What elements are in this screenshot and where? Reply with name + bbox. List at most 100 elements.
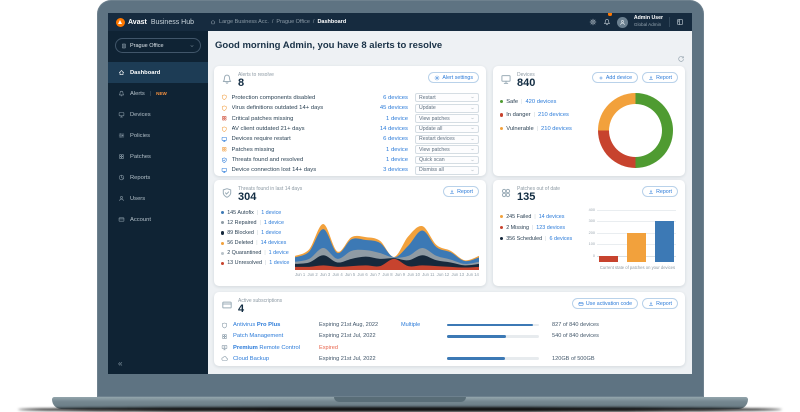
site-selector-label: Prague Office [130, 42, 164, 49]
avatar[interactable] [616, 16, 628, 28]
legend-devices-link[interactable]: 1 device [269, 260, 289, 266]
alert-devices-link[interactable]: 14 devices [364, 126, 408, 132]
legend-devices-link[interactable]: 123 devices [536, 225, 565, 231]
site-selector[interactable]: Prague Office [115, 38, 201, 53]
alert-action-select[interactable]: Restart devices [415, 134, 479, 144]
legend-item: 12 Repaired | 1 device [221, 220, 295, 226]
alert-action-select[interactable]: Update [415, 103, 479, 113]
legend-devices-link[interactable]: 210 devices [538, 112, 569, 118]
x-tick-label: Jun 10 [407, 271, 420, 277]
alert-settings-button[interactable]: Alert settings [428, 72, 479, 83]
legend-devices-link[interactable]: 420 devices [525, 99, 556, 105]
sidebar-item-label: Users [130, 195, 146, 202]
legend-dot [500, 214, 504, 219]
sidebar-item-account[interactable]: Account [108, 209, 208, 230]
sidebar-item-users[interactable]: Users [108, 188, 208, 209]
threats-report-button[interactable]: Report [443, 186, 479, 197]
subscription-usage-bar [447, 357, 539, 360]
bar-scheduled [655, 220, 674, 262]
breadcrumb-org[interactable]: Large Business Acc. [219, 19, 269, 25]
subscription-multiple-link[interactable]: Multiple [401, 322, 447, 328]
y-tick-label: 0 [592, 253, 595, 258]
sidebar-item-alerts[interactable]: Alerts | NEW [108, 83, 208, 104]
settings-gear-icon[interactable] [589, 18, 597, 26]
alert-action-select[interactable]: Dismiss all [415, 166, 479, 175]
legend-devices-link[interactable]: 6 devices [549, 236, 572, 242]
legend-devices-link[interactable]: 1 device [264, 220, 284, 226]
legend-item: 145 Autofix | 1 device [221, 210, 295, 216]
alert-row: AV client outdated 21+ days 14 devices U… [221, 124, 479, 134]
sidebar-item-dashboard[interactable]: Dashboard [108, 62, 208, 83]
use-activation-code-button[interactable]: Use activation code [571, 298, 639, 309]
alert-action-select[interactable]: View patches [415, 145, 479, 155]
legend-devices-link[interactable]: 210 devices [541, 126, 572, 132]
alert-devices-link[interactable]: 1 device [364, 157, 408, 163]
subscription-expiry: Expiring 21st Jul, 2022 [319, 333, 376, 340]
subscriptions-report-button[interactable]: Report [642, 298, 678, 309]
legend-devices-link[interactable]: 1 device [261, 230, 281, 236]
subscription-usage-text: 540 of 840 devices [552, 333, 599, 340]
chevron-down-icon [470, 147, 475, 152]
subscription-name[interactable]: Cloud Backup [233, 356, 319, 362]
alert-devices-link[interactable]: 3 devices [364, 167, 408, 173]
legend-dot [221, 210, 225, 215]
legend-devices-link[interactable]: 14 devices [539, 214, 565, 220]
sidebar-item-policies[interactable]: Policies [108, 125, 208, 146]
brand-name-bold: Avast [128, 18, 147, 26]
sidebar-item-devices[interactable]: Devices [108, 104, 208, 125]
alert-devices-link[interactable]: 6 devices [364, 136, 408, 142]
alert-devices-link[interactable]: 1 device [364, 147, 408, 153]
breadcrumb: Large Business Acc. / Prague Office / Da… [210, 19, 346, 25]
legend-dot [500, 113, 504, 117]
alert-label: Critical patches missing [231, 115, 294, 122]
alert-action-select[interactable]: Update all [415, 124, 479, 134]
x-tick-label: Jun 12 [436, 271, 450, 277]
dashboard-icon [118, 69, 125, 76]
x-tick-label: Jun 1 [295, 271, 306, 277]
alert-devices-link[interactable]: 6 devices [364, 95, 408, 101]
alerts-bell-icon [221, 73, 233, 85]
subscription-usage-bar [447, 323, 539, 327]
chevron-down-icon [470, 137, 475, 142]
subscription-name[interactable]: Patch Management [233, 333, 319, 339]
bar-missing [599, 255, 618, 262]
user-block[interactable]: Admin User Global Admin [634, 15, 663, 27]
devices-report-button[interactable]: Report [642, 72, 678, 83]
x-tick-label: Jun 3 [319, 271, 331, 277]
chevron-down-icon [470, 168, 475, 173]
sidebar-item-reports[interactable]: Reports [108, 167, 208, 188]
help-panel-icon[interactable] [676, 18, 684, 26]
sidebar-collapse-button[interactable]: « [118, 359, 122, 368]
legend-devices-link[interactable]: 14 devices [261, 240, 287, 246]
alert-action-select[interactable]: View patches [415, 114, 479, 123]
subscription-row: Patch Management Expiring 21st Jul, 2022… [221, 331, 678, 342]
subscription-name[interactable]: Premium Remote Control [233, 345, 319, 351]
alert-devices-link[interactable]: 45 devices [364, 105, 408, 111]
shield-check-icon [221, 187, 233, 199]
alert-type-icon [221, 115, 228, 122]
bell-icon [603, 18, 611, 26]
legend-dot [221, 241, 225, 245]
avatar-user-icon [619, 19, 626, 26]
legend-devices-link[interactable]: 1 device [261, 210, 281, 216]
alert-label: Patches missing [231, 146, 275, 153]
refresh-icon[interactable] [677, 55, 685, 63]
alert-row: Patches missing 1 device View patches [221, 145, 479, 155]
remote-control-icon [221, 344, 228, 351]
legend-item: 2 Missing | 123 devices [500, 225, 584, 231]
alert-devices-link[interactable]: 1 device [364, 116, 408, 122]
breadcrumb-site[interactable]: Prague Office [276, 19, 310, 25]
subscription-name[interactable]: Antivirus Pro Plus [233, 322, 319, 328]
alert-type-icon [221, 167, 228, 174]
add-device-button[interactable]: Add device [591, 72, 639, 83]
alert-action-select[interactable]: Restart [415, 93, 479, 103]
sidebar-item-patches[interactable]: Patches [108, 146, 208, 167]
chevron-down-icon [470, 126, 475, 131]
sidebar: Prague Office Dashboard Alerts | NEW Dev… [108, 31, 208, 374]
alert-action-select[interactable]: Quick scan [415, 155, 479, 165]
sidebar-item-label: Account [130, 216, 151, 223]
x-tick-label: Jun 5 [344, 271, 356, 277]
patches-report-button[interactable]: Report [642, 186, 678, 197]
legend-devices-link[interactable]: 1 device [269, 250, 289, 256]
notifications-bell[interactable] [603, 13, 612, 31]
